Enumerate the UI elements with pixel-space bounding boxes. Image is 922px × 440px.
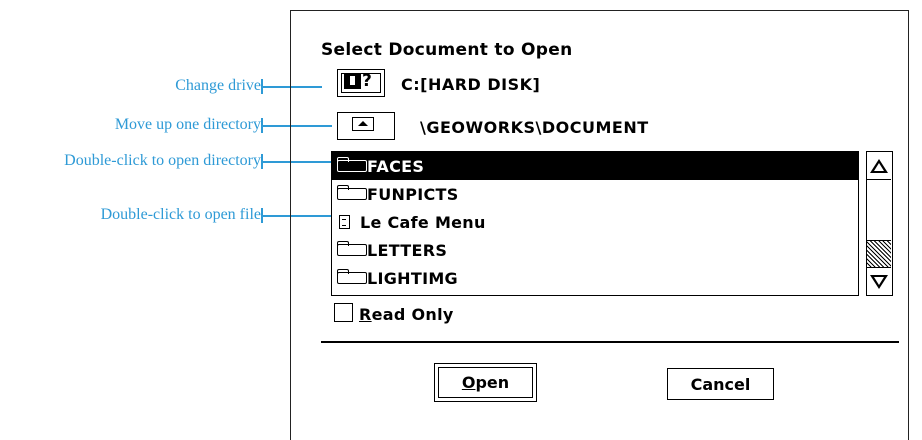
- callout-text: Double-click to open file: [100, 206, 261, 223]
- open-button[interactable]: Open: [434, 363, 537, 402]
- list-item-label: LETTERS: [367, 240, 448, 260]
- open-label-rest: pen: [475, 373, 510, 392]
- drive-icon: ?: [344, 72, 378, 90]
- callout-move-up: Move up one directory: [0, 115, 332, 135]
- callout-text: Move up one directory: [114, 116, 261, 133]
- drive-label: C:[HARD DISK]: [401, 75, 541, 94]
- list-item[interactable]: FUNPICTS: [332, 180, 858, 208]
- list-item-label: LIGHTIMG: [367, 268, 458, 288]
- drive-block: [344, 73, 361, 89]
- list-item[interactable]: FACES: [332, 152, 858, 180]
- current-path: \GEOWORKS\DOCUMENT: [420, 118, 649, 137]
- file-list[interactable]: FACES FUNPICTS Le Cafe Menu LETTERS LIGH…: [331, 151, 859, 296]
- open-document-dialog: Select Document to Open ? C:[HARD DISK] …: [290, 10, 909, 440]
- open-mnemonic: O: [461, 373, 476, 392]
- cancel-button[interactable]: Cancel: [667, 368, 774, 400]
- open-button-label: Open: [462, 373, 509, 392]
- folder-icon: [337, 157, 367, 172]
- list-item[interactable]: LIGHTIMG: [332, 264, 858, 292]
- callout-open-directory: Double-click to open directory: [0, 151, 332, 171]
- list-item-label: Le Cafe Menu: [360, 212, 486, 232]
- change-drive-button[interactable]: ?: [337, 69, 385, 97]
- up-arrow-icon: [870, 158, 888, 173]
- scroll-down-button[interactable]: [867, 267, 891, 295]
- document-icon: [339, 215, 350, 229]
- read-only-mnemonic: R: [359, 305, 372, 324]
- scroll-track[interactable]: [867, 241, 891, 268]
- callout-change-drive: Change drive: [0, 76, 322, 96]
- folder-icon: [337, 185, 367, 200]
- list-scrollbar[interactable]: [866, 151, 893, 296]
- scroll-up-button[interactable]: [867, 152, 891, 180]
- callout-text: Double-click to open directory: [64, 152, 261, 169]
- scroll-thumb[interactable]: [867, 180, 891, 241]
- read-only-checkbox[interactable]: [334, 303, 353, 322]
- dialog-title: Select Document to Open: [321, 40, 573, 60]
- divider: [321, 341, 899, 343]
- callout-open-file: Double-click to open file: [0, 205, 332, 225]
- folder-icon: [337, 241, 367, 256]
- down-arrow-icon: [870, 274, 888, 289]
- up-directory-icon: [352, 117, 374, 131]
- open-button-inner: Open: [438, 367, 533, 398]
- read-only-label-rest: ead Only: [371, 305, 454, 324]
- cancel-button-label: Cancel: [690, 374, 751, 394]
- list-item[interactable]: LETTERS: [332, 236, 858, 264]
- read-only-label[interactable]: Read Only: [359, 305, 454, 324]
- list-item-label: FACES: [367, 156, 425, 176]
- up-directory-button[interactable]: [337, 112, 395, 140]
- folder-icon: [337, 269, 367, 284]
- list-item[interactable]: Le Cafe Menu: [332, 208, 858, 236]
- drive-question-mark: ?: [362, 71, 372, 91]
- list-item-label: FUNPICTS: [367, 184, 459, 204]
